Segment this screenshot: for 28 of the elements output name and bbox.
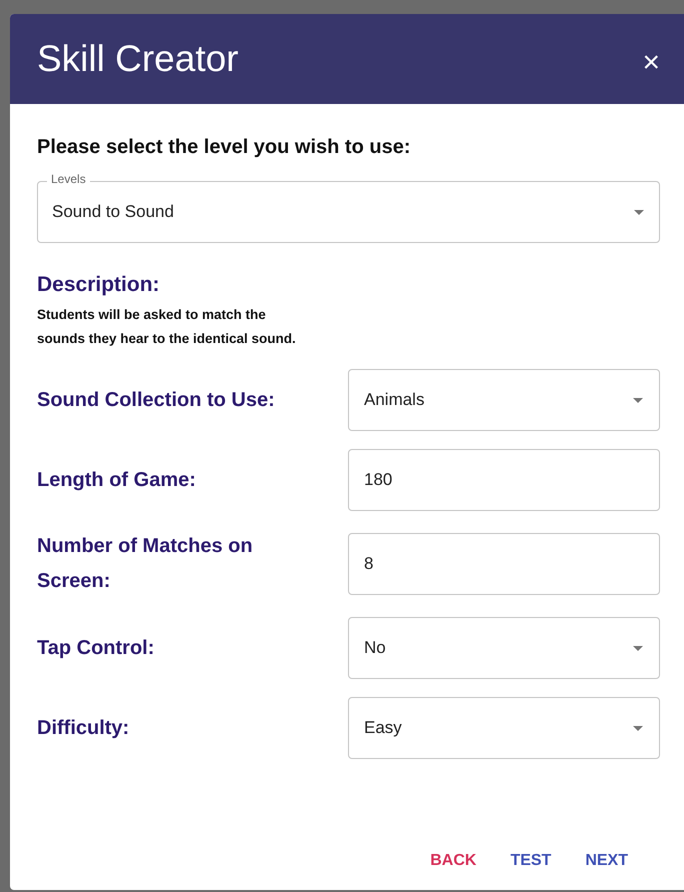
select-field[interactable]: Animals [348,369,660,431]
levels-select[interactable]: Levels Sound to Sound [37,172,660,243]
setting-label: Length of Game: [37,468,197,492]
description-heading: Description: [37,273,161,297]
setting-label: Tap Control: [37,636,156,660]
prompt-text: Please select the level you wish to use: [37,136,412,159]
input-field[interactable]: 8 [348,533,660,595]
action-button[interactable]: NEXT [577,846,636,876]
setting-label: Difficulty: [37,716,130,740]
close-button[interactable]: × [638,46,664,80]
select-value: Animals [364,390,424,410]
setting-label: Number of Matches on Screen: [37,534,254,594]
caret-icon [633,646,643,650]
select-value: Sound to Sound [52,202,174,222]
action-button[interactable]: TEST [502,846,560,876]
input-field[interactable]: 180 [348,449,660,511]
caret-icon [633,398,643,402]
caret-icon [633,726,643,730]
cancel-button[interactable]: BACK [422,846,484,876]
select-field[interactable]: No [348,617,660,679]
caret-icon [634,210,644,214]
select-field[interactable]: Easy [348,697,660,759]
description-text: Students will be asked to match the sounds they hear to the identical sound. [37,306,297,348]
setting-label: Sound Collection to Use: [37,388,276,412]
select-value: No [364,638,386,658]
dialog-title: Skill Creator [37,38,238,80]
select-value: Easy [364,718,402,738]
field-label: Levels [47,172,90,186]
